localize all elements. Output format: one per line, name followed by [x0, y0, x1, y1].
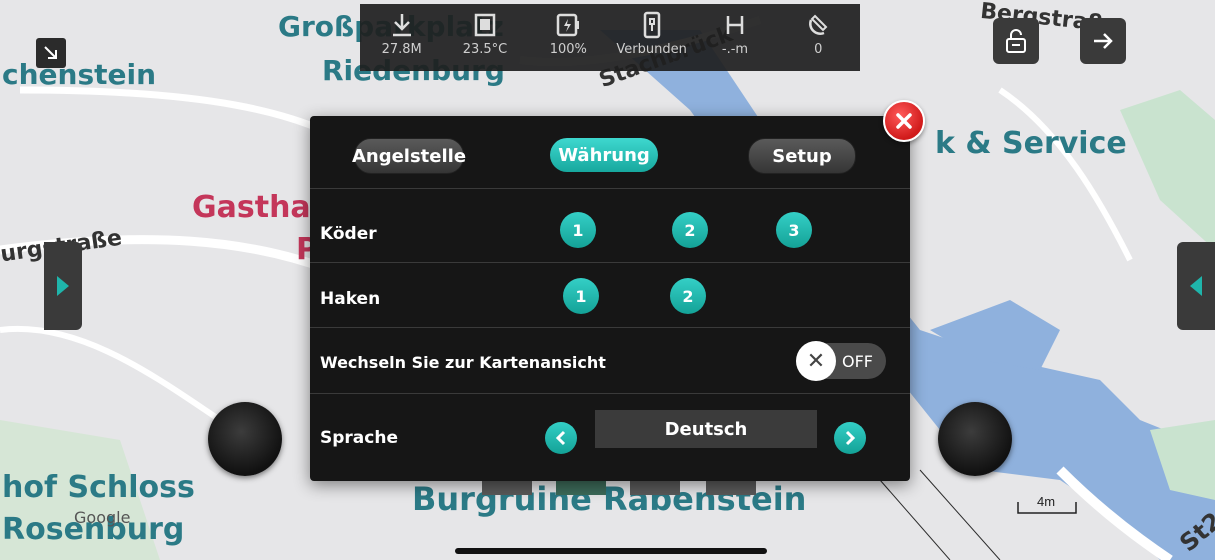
map-view-label: Wechseln Sie zur Kartenansicht: [320, 353, 606, 372]
bait-row: Köder 1 2 3: [310, 188, 910, 263]
language-value: Deutsch: [595, 410, 817, 448]
tab-setup[interactable]: Setup: [748, 138, 856, 174]
status-value: 27.8M: [381, 42, 422, 57]
right-joystick[interactable]: [938, 402, 1012, 476]
device-connection-icon: [640, 10, 664, 40]
scale-label: 4m: [1037, 494, 1056, 509]
language-row: Sprache Deutsch: [310, 393, 910, 482]
tab-waehrung[interactable]: Währung: [550, 138, 658, 172]
status-satellite: 0: [783, 10, 853, 57]
map-scale: 4m: [1017, 494, 1077, 514]
right-panel-toggle[interactable]: [1177, 242, 1215, 330]
map-label: hof Schloss: [2, 470, 195, 505]
satellite-icon: [806, 10, 830, 40]
forward-button[interactable]: [1080, 18, 1126, 64]
hook-option-1[interactable]: 1: [563, 278, 599, 314]
status-value: -.-m: [721, 42, 749, 57]
left-joystick[interactable]: [208, 402, 282, 476]
battery-charging-icon: [555, 10, 581, 40]
left-panel-toggle[interactable]: [44, 242, 82, 330]
status-value: 100%: [549, 42, 587, 57]
close-icon: ✕: [796, 341, 836, 381]
home-indicator[interactable]: [455, 548, 767, 554]
settings-dialog: Angelstelle Währung Setup Köder 1 2 3 Ha…: [310, 116, 910, 481]
language-prev-button[interactable]: [545, 422, 577, 454]
map-label: k & Service: [935, 126, 1127, 161]
chevron-left-icon: [1190, 276, 1202, 296]
google-logo: Google: [74, 508, 131, 527]
status-storage: 27.8M: [367, 10, 437, 57]
status-value: 0: [814, 42, 823, 57]
status-value: Verbunden: [616, 42, 687, 57]
hook-option-2[interactable]: 2: [670, 278, 706, 314]
bait-option-2[interactable]: 2: [672, 212, 708, 248]
hook-row: Haken 1 2: [310, 262, 910, 328]
arrow-right-icon: [1094, 33, 1113, 49]
lock-icon: [1006, 29, 1026, 53]
hook-label: Haken: [320, 289, 381, 309]
arrow-down-right-icon: [44, 46, 57, 59]
bait-option-3[interactable]: 3: [776, 212, 812, 248]
status-connection: Verbunden: [616, 10, 687, 57]
close-dialog-button[interactable]: [883, 100, 925, 142]
status-temperature: 23.5°C: [450, 10, 520, 57]
toggle-state: OFF: [842, 352, 873, 371]
status-height: -.-m: [700, 10, 770, 57]
chevron-left-icon: [555, 430, 566, 446]
tab-angelstelle[interactable]: Angelstelle: [352, 138, 466, 174]
minimize-button[interactable]: [36, 38, 66, 68]
chevron-right-icon: [845, 430, 856, 446]
temperature-icon: [473, 10, 497, 40]
map-label: chenstein: [2, 58, 157, 91]
language-next-button[interactable]: [834, 422, 866, 454]
language-label: Sprache: [320, 428, 398, 448]
status-battery: 100%: [533, 10, 603, 57]
chevron-right-icon: [57, 276, 69, 296]
status-bar: 27.8M 23.5°C 100% Verbunden -.-m 0: [360, 4, 860, 71]
bait-option-1[interactable]: 1: [560, 212, 596, 248]
map-view-toggle[interactable]: ✕ OFF: [796, 341, 886, 381]
dialog-tabs: Angelstelle Währung Setup: [310, 116, 910, 188]
download-icon: [390, 10, 414, 40]
bait-label: Köder: [320, 224, 377, 244]
close-icon: [896, 113, 912, 129]
height-icon: [723, 10, 747, 40]
map-label: Gastha: [192, 190, 311, 225]
status-value: 23.5°C: [462, 42, 508, 57]
map-view-row: Wechseln Sie zur Kartenansicht ✕ OFF: [310, 327, 910, 394]
unlock-button[interactable]: [993, 18, 1039, 64]
